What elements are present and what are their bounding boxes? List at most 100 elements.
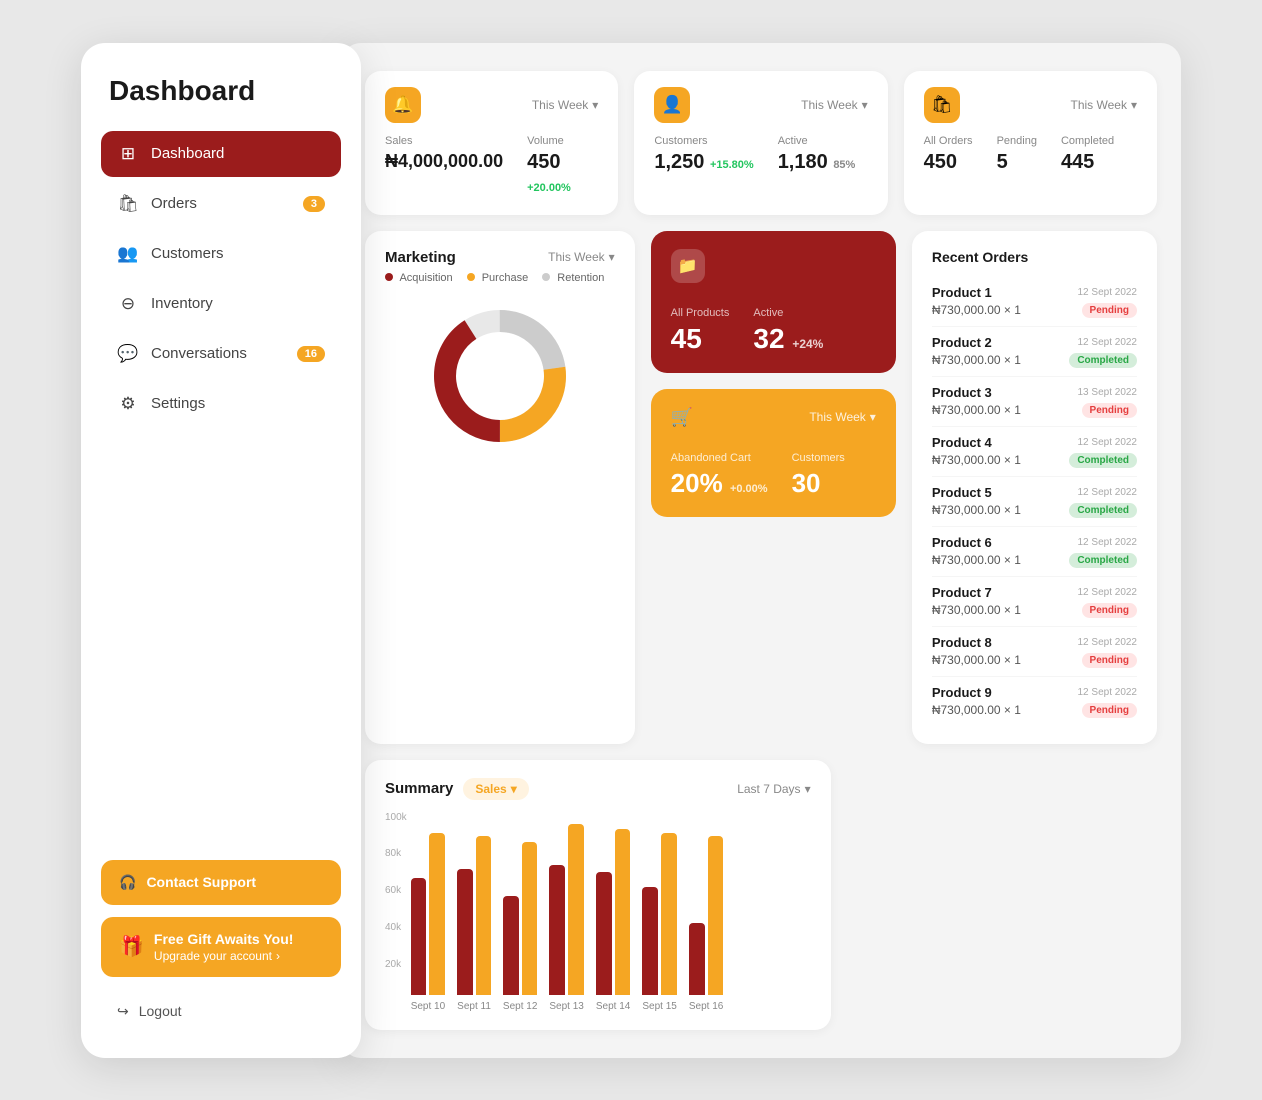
chevron-down-icon: ▾ [1131, 98, 1137, 112]
gift-title: Free Gift Awaits You! [154, 931, 294, 947]
sales-stat-card: 🔔 This Week ▾ Sales ₦4,000,000.00 Volume [365, 71, 618, 215]
customers-value: 1,250 +15.80% [654, 151, 753, 174]
active-products-stat: Active 32 +24% [753, 307, 823, 355]
marketing-period-selector[interactable]: This Week ▾ [548, 250, 615, 264]
sidebar-item-customers[interactable]: 👥 Customers [101, 231, 341, 277]
all-orders-value: 450 [924, 151, 973, 174]
cart-stats: Abandoned Cart 20% +0.00% Customers 30 [671, 452, 876, 499]
chevron-down-icon: ▾ [805, 782, 811, 796]
bar-pair [549, 824, 583, 995]
order-date: 12 Sept 2022 [1078, 587, 1138, 598]
cart-customers-label: Customers [792, 452, 845, 464]
y-axis-label: 20k [385, 959, 407, 970]
chevron-down-icon: ▾ [862, 98, 868, 112]
order-item: Product 8 12 Sept 2022 ₦730,000.00 × 1 P… [932, 627, 1137, 677]
customers-stat-card: 👤 This Week ▾ Customers 1,250 +15.80% [634, 71, 887, 215]
y-axis-labels: 100k80k60k40k20k [385, 812, 407, 992]
logout-button[interactable]: ↪ Logout [101, 993, 341, 1030]
folder-icon: 📁 [671, 249, 705, 283]
inventory-icon: ⊖ [117, 293, 139, 315]
abandoned-cart-stat: Abandoned Cart 20% +0.00% [671, 452, 768, 499]
stats-row: 🔔 This Week ▾ Sales ₦4,000,000.00 Volume [365, 71, 1157, 215]
customers-period-selector[interactable]: This Week ▾ [801, 98, 868, 112]
bar-group: Sept 13 [549, 824, 583, 1012]
purchase-legend: Purchase [467, 272, 529, 284]
recent-orders-card: Recent Orders Product 1 12 Sept 2022 ₦73… [912, 231, 1157, 744]
sidebar-item-label: Conversations [151, 345, 247, 362]
app-container: Dashboard ⊞ Dashboard 🛍 Orders 3 👥 Custo… [81, 43, 1181, 1058]
bar-red [596, 872, 612, 994]
all-products-label: All Products [671, 307, 730, 319]
bar-pair [411, 833, 445, 995]
sales-label: Sales [385, 135, 503, 147]
order-status: Pending [1082, 403, 1137, 418]
sales-filter-pill[interactable]: Sales ▾ [463, 778, 528, 800]
orders-stat-card: 🛍 This Week ▾ All Orders 450 Pending 5 [904, 71, 1157, 215]
cart-customers-stat: Customers 30 [792, 452, 845, 499]
products-card: 📁 All Products 45 Active 32 +24% [651, 231, 896, 373]
order-status: Pending [1082, 653, 1137, 668]
abandoned-label: Abandoned Cart [671, 452, 768, 464]
order-price: ₦730,000.00 × 1 [932, 553, 1021, 567]
sidebar-item-conversations[interactable]: 💬 Conversations 16 [101, 331, 341, 377]
contact-support-label: Contact Support [146, 874, 256, 890]
order-name: Product 3 [932, 385, 992, 400]
order-price: ₦730,000.00 × 1 [932, 503, 1021, 517]
sidebar-item-label: Dashboard [151, 145, 224, 162]
dashboard-icon: ⊞ [117, 143, 139, 165]
order-name: Product 7 [932, 585, 992, 600]
sidebar-item-dashboard[interactable]: ⊞ Dashboard [101, 131, 341, 177]
order-name: Product 5 [932, 485, 992, 500]
active-percent: 85% [833, 159, 855, 171]
summary-title: Summary Sales ▾ [385, 778, 529, 800]
order-item: Product 1 12 Sept 2022 ₦730,000.00 × 1 P… [932, 277, 1137, 327]
order-status: Completed [1069, 353, 1137, 368]
sidebar-bottom: 🎧 Contact Support 🎁 Free Gift Awaits You… [101, 860, 341, 1030]
purchase-dot [467, 273, 475, 281]
retention-legend: Retention [542, 272, 604, 284]
bar-chart-area: 100k80k60k40k20k Sept 10Sept 11Sept 12Se… [385, 812, 811, 1012]
bar-red [549, 865, 565, 995]
all-orders-label: All Orders [924, 135, 973, 147]
free-gift-button[interactable]: 🎁 Free Gift Awaits You! Upgrade your acc… [101, 917, 341, 977]
summary-card: Summary Sales ▾ Last 7 Days ▾ 100k80k60k… [365, 760, 831, 1030]
bar-red [503, 896, 519, 995]
bar-red [457, 869, 472, 995]
y-axis-label: 60k [385, 885, 407, 896]
acquisition-legend: Acquisition [385, 272, 453, 284]
cart-period-selector[interactable]: This Week ▾ [809, 410, 876, 424]
conversations-icon: 💬 [117, 343, 139, 365]
sidebar-item-orders[interactable]: 🛍 Orders 3 [101, 181, 341, 227]
customers-badge: +15.80% [710, 159, 754, 171]
chevron-down-icon: ▾ [592, 98, 598, 112]
marketing-legend: Acquisition Purchase Retention [385, 272, 615, 284]
cart-header: 🛒 This Week ▾ [671, 407, 876, 428]
order-price: ₦730,000.00 × 1 [932, 403, 1021, 417]
abandoned-badge: +0.00% [730, 483, 768, 495]
orders-badge: 3 [303, 196, 325, 212]
marketing-title: Marketing [385, 249, 456, 266]
sidebar-item-settings[interactable]: ⚙ Settings [101, 381, 341, 427]
order-price: ₦730,000.00 × 1 [932, 453, 1021, 467]
range-selector[interactable]: Last 7 Days ▾ [737, 782, 810, 796]
sales-period-selector[interactable]: This Week ▾ [532, 98, 599, 112]
order-status: Pending [1082, 703, 1137, 718]
sidebar-nav: ⊞ Dashboard 🛍 Orders 3 👥 Customers ⊖ Inv… [101, 131, 341, 860]
bar-yellow [568, 824, 584, 995]
bar-pair [642, 833, 676, 995]
order-price: ₦730,000.00 × 1 [932, 353, 1021, 367]
contact-support-button[interactable]: 🎧 Contact Support [101, 860, 341, 905]
logout-icon: ↪ [117, 1003, 129, 1020]
order-name: Product 9 [932, 685, 992, 700]
order-name: Product 4 [932, 435, 992, 450]
bar-yellow [615, 829, 631, 995]
gift-text: Free Gift Awaits You! Upgrade your accou… [154, 931, 294, 963]
sidebar-item-inventory[interactable]: ⊖ Inventory [101, 281, 341, 327]
orders-period-selector[interactable]: This Week ▾ [1070, 98, 1137, 112]
completed-label: Completed [1061, 135, 1114, 147]
summary-header: Summary Sales ▾ Last 7 Days ▾ [385, 778, 811, 800]
order-name: Product 1 [932, 285, 992, 300]
order-item: Product 3 13 Sept 2022 ₦730,000.00 × 1 P… [932, 377, 1137, 427]
volume-label: Volume [527, 135, 598, 147]
donut-chart [385, 296, 615, 456]
